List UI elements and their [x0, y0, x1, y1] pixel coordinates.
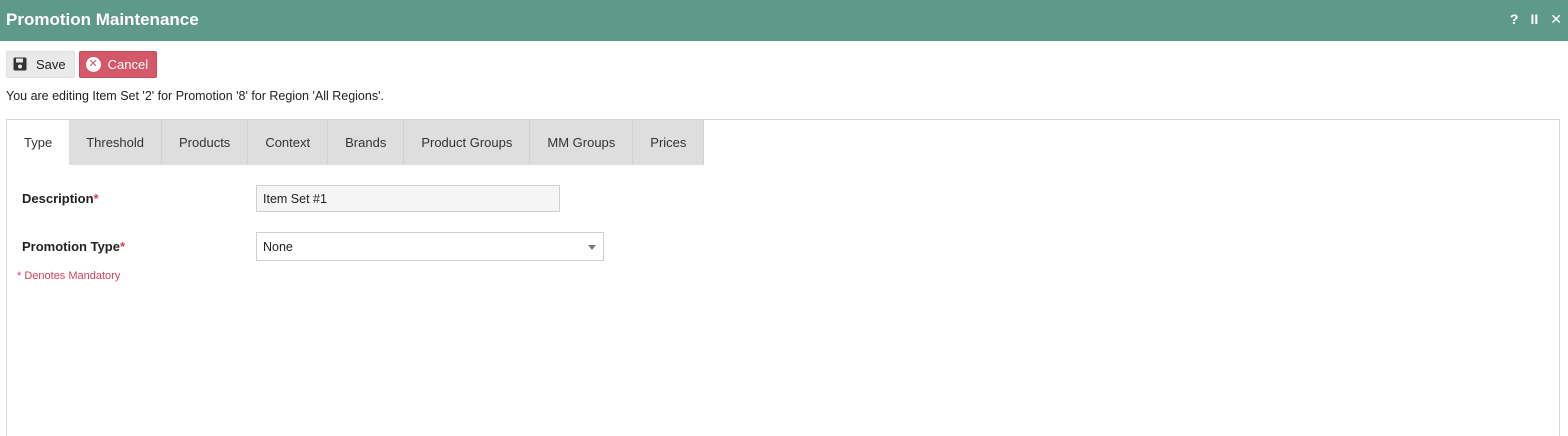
- promotion-type-value: None: [263, 239, 293, 254]
- cancel-button-label: Cancel: [107, 57, 149, 72]
- tab-brands[interactable]: Brands: [328, 120, 405, 165]
- tab-context[interactable]: Context: [248, 120, 329, 165]
- cancel-circle-icon: ✕: [85, 57, 101, 72]
- mandatory-note: * Denotes Mandatory: [17, 270, 121, 282]
- tab-bar: Type Threshold Products Context Brands P…: [7, 120, 705, 165]
- save-button[interactable]: Save: [6, 51, 75, 78]
- chevron-down-icon: [588, 245, 596, 250]
- tab-product-groups[interactable]: Product Groups: [404, 120, 531, 165]
- description-label: Description*: [22, 191, 99, 206]
- tab-panel: Type Threshold Products Context Brands P…: [6, 119, 1560, 436]
- description-input[interactable]: [256, 185, 560, 212]
- toolbar: Save ✕ Cancel: [6, 51, 158, 78]
- title-bar: Promotion Maintenance ? II ✕: [0, 0, 1568, 41]
- edit-context-message: You are editing Item Set '2' for Promoti…: [6, 89, 384, 103]
- promotion-type-label: Promotion Type*: [22, 239, 125, 254]
- tab-threshold[interactable]: Threshold: [69, 120, 162, 165]
- promotion-type-select[interactable]: None: [256, 232, 604, 261]
- required-marker: *: [93, 191, 99, 206]
- promotion-type-label-text: Promotion Type: [22, 239, 120, 254]
- help-icon[interactable]: ?: [1510, 10, 1519, 28]
- description-label-text: Description: [22, 191, 94, 206]
- tab-products[interactable]: Products: [162, 120, 249, 165]
- tab-prices[interactable]: Prices: [633, 120, 705, 165]
- close-icon[interactable]: ✕: [1550, 10, 1562, 28]
- window-controls: ? II ✕: [1510, 10, 1562, 28]
- tab-type[interactable]: Type: [7, 120, 70, 165]
- floppy-disk-icon: [13, 57, 29, 73]
- window-title: Promotion Maintenance: [6, 10, 199, 29]
- tab-mm-groups[interactable]: MM Groups: [530, 120, 634, 165]
- required-marker: *: [119, 239, 126, 254]
- cancel-button[interactable]: ✕ Cancel: [78, 51, 158, 78]
- save-button-label: Save: [36, 57, 66, 72]
- pause-icon[interactable]: II: [1530, 10, 1538, 28]
